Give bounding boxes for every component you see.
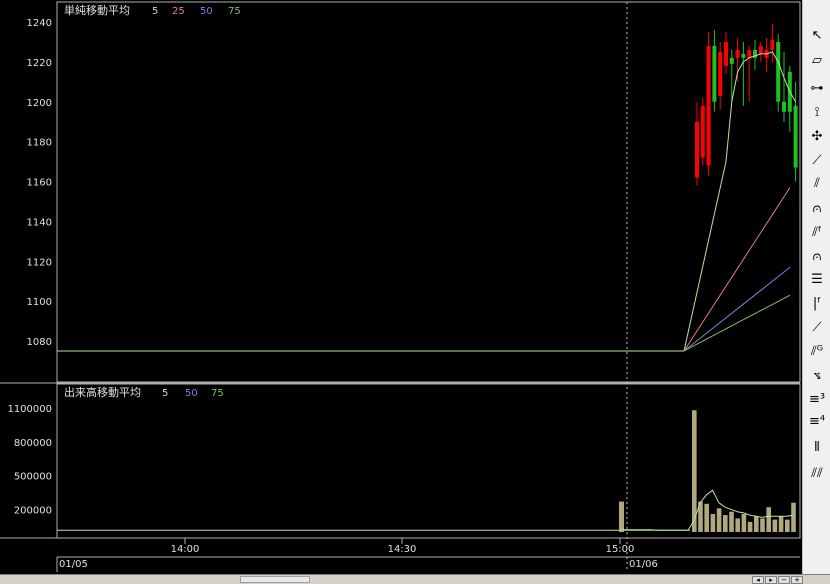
price-panel-title: 単純移動平均 <box>64 3 130 17</box>
volume-bar <box>785 519 790 532</box>
chart-area[interactable]: 1240 1220 1200 1180 1160 1140 1120 1100 1080 1100… <box>0 0 802 574</box>
price-tick-label: 1120 <box>27 257 52 268</box>
candle-body <box>729 57 734 64</box>
candle-body <box>735 49 740 58</box>
volume-bar <box>716 508 722 532</box>
candle-body <box>747 49 752 58</box>
time-tick-label: 14:00 <box>171 544 200 555</box>
eraser-icon[interactable]: ▱ <box>805 49 829 71</box>
candle-body <box>741 53 746 58</box>
price-tick-label: 1160 <box>27 178 52 189</box>
volume-tick-label: 800000 <box>14 438 52 449</box>
price-panel-frame <box>56 1 801 383</box>
volume-panel-frame <box>56 383 801 539</box>
candle-body <box>758 45 763 54</box>
fan-line-icon[interactable]: ⫽ <box>805 172 829 194</box>
price-tick-label: 1180 <box>27 138 52 149</box>
price-ma-legend-5: 5 <box>152 6 158 17</box>
candle-body <box>793 105 798 168</box>
ma25-line <box>683 187 791 352</box>
fibonacci-time-icon[interactable]: |ᶠ <box>805 292 829 314</box>
volume-tick-label: 1100000 <box>7 404 52 415</box>
four-line-icon[interactable]: ≡⁴ <box>805 410 829 432</box>
volume-tick-label: 200000 <box>14 505 52 516</box>
volume-bar <box>704 503 709 532</box>
scrollbar-thumb[interactable] <box>240 576 310 583</box>
candle-body <box>718 51 723 96</box>
date-label: 01/06 <box>629 559 658 570</box>
price-tick-label: 1220 <box>27 58 52 69</box>
candle-body <box>712 45 717 102</box>
regression-line-icon[interactable]: ⟋ <box>805 316 829 338</box>
time-tick-label: 15:00 <box>606 544 635 555</box>
arc-icon[interactable]: ⩀ <box>805 197 829 219</box>
price-ma-legend-50: 50 <box>200 6 213 17</box>
horizontal-line-icon[interactable]: ⊶ <box>805 77 829 99</box>
zigzag-icon[interactable]: ⫽⫽ <box>805 462 829 484</box>
fibonacci-fan-icon[interactable]: ⫽ᶠ <box>805 221 829 243</box>
volume-bar <box>772 519 778 532</box>
fibonacci-arc-icon[interactable]: ⩀ <box>805 245 829 267</box>
price-tick-label: 1080 <box>27 337 52 348</box>
volume-bar <box>766 507 771 532</box>
price-tick-label: 1100 <box>27 297 52 308</box>
three-line-icon[interactable]: ≡³ <box>805 388 829 410</box>
fibonacci-retracement-icon[interactable]: ☰ <box>805 268 829 290</box>
drawing-toolbar: ↖ ▱ ⊶ ⟟ ✣ ⟋ ⫽ ⩀ ⫽ᶠ ⩀ ☰ |ᶠ ⟋ ⫽ᴳ ⦪ ≡³ ≡⁴ ⫴ ⫽⫽ <box>802 0 830 574</box>
candle-body <box>782 101 786 112</box>
price-tick-label: 1200 <box>27 98 52 109</box>
volume-bar <box>754 516 759 532</box>
date-label: 01/05 <box>59 559 88 570</box>
price-ma-legend-75: 75 <box>228 6 241 17</box>
candle-body <box>700 105 705 158</box>
volume-bar <box>778 516 784 532</box>
gann-fan-icon[interactable]: ⫽ᴳ <box>805 340 829 362</box>
candle-body <box>695 121 699 178</box>
volume-bar <box>729 511 734 532</box>
volume-bar <box>747 521 753 532</box>
cross-line-icon[interactable]: ✣ <box>805 125 829 147</box>
volume-bar <box>735 518 740 532</box>
candle-body <box>724 41 728 66</box>
volume-bar <box>791 502 796 532</box>
cursor-icon[interactable]: ↖ <box>805 24 829 46</box>
candle-body <box>770 39 775 50</box>
volume-ma-legend-50: 50 <box>185 388 198 399</box>
volume-bar <box>619 501 624 532</box>
volume-bar <box>741 513 747 532</box>
vertical-line-icon[interactable]: ⟟ <box>805 101 829 123</box>
price-tick-label: 1140 <box>27 217 52 228</box>
volume-ma-legend-75: 75 <box>211 388 224 399</box>
time-tick-label: 14:30 <box>388 544 417 555</box>
volume-bar <box>760 518 765 532</box>
channel-icon[interactable]: ⦪ <box>805 364 829 386</box>
trend-line-icon[interactable]: ⟋ <box>805 149 829 171</box>
volume-bar <box>723 515 728 532</box>
volume-tick-label: 500000 <box>14 472 52 483</box>
volume-panel-title: 出来高移動平均 <box>64 385 141 399</box>
volume-ma-legend-5: 5 <box>162 388 168 399</box>
price-tick-label: 1240 <box>27 18 52 29</box>
price-ma-legend-25: 25 <box>172 6 185 17</box>
candle-body <box>706 45 711 166</box>
candle-body <box>776 41 781 102</box>
ma75-line <box>683 294 791 352</box>
cycle-line-icon[interactable]: ⫴ <box>805 436 829 458</box>
volume-bar <box>710 513 716 532</box>
